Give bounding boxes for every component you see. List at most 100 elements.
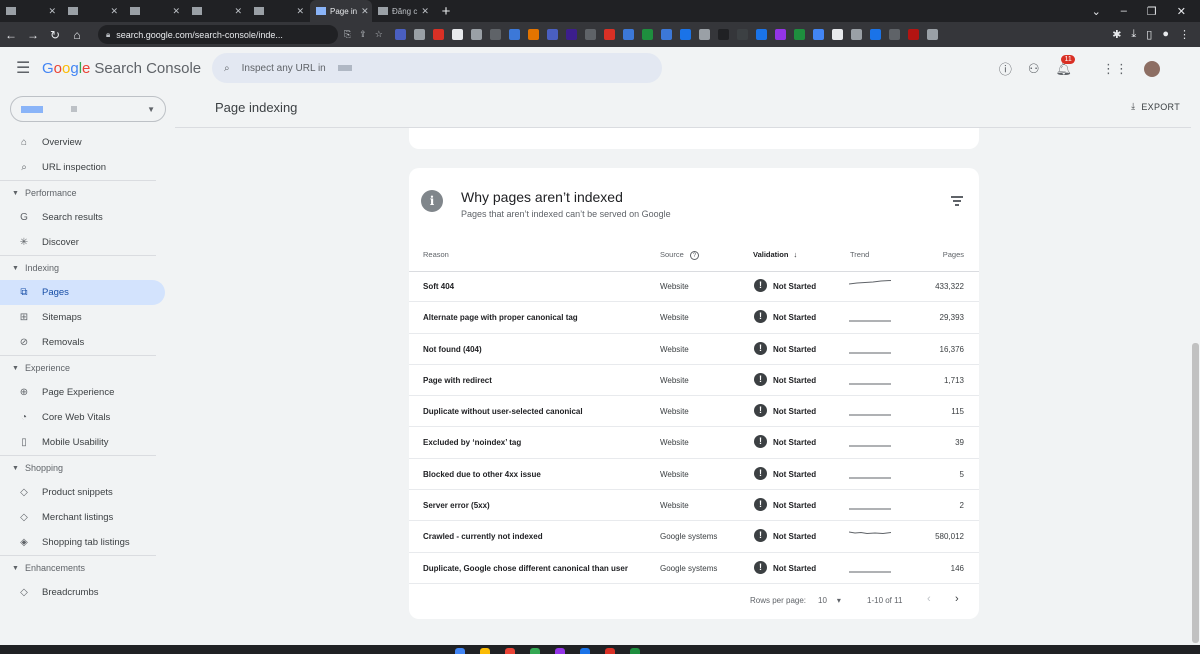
table-row[interactable]: Duplicate, Google chose different canoni… [409,553,979,584]
bookmark-favicon-icon[interactable] [736,29,748,40]
bookmark-favicon-icon[interactable] [869,29,881,40]
taskbar-app-icon[interactable] [605,648,615,654]
table-row[interactable]: Crawled - currently not indexed Google sy… [409,521,979,553]
bookmark-favicon-icon[interactable] [717,29,729,40]
side-panel-icon[interactable]: ▯ [1146,28,1152,41]
bookmark-favicon-icon[interactable] [489,29,501,40]
sidebar-section-performance[interactable]: ▼ Performance [0,180,156,205]
filter-icon[interactable] [951,196,963,208]
column-header-pages[interactable]: Pages [943,250,964,259]
bookmark-favicon-icon[interactable] [831,29,843,40]
help-circle-icon[interactable]: ? [689,251,699,260]
taskbar-app-icon[interactable] [580,648,590,654]
bookmark-star-icon[interactable]: ☆ [375,29,383,40]
sidebar-section-experience[interactable]: ▼ Experience [0,355,156,380]
sidebar-item-discover[interactable]: ✳ Discover [0,230,165,255]
apps-grid-icon[interactable]: ⋮⋮ [1102,61,1128,77]
taskbar-app-icon[interactable] [505,648,515,654]
sidebar-item-core-web-vitals[interactable]: ◔ Core Web Vitals [0,405,165,430]
sidebar-section-indexing[interactable]: ▼ Indexing [0,255,156,280]
tab-close-icon[interactable]: ✕ [296,6,304,17]
sidebar-item-url-inspection[interactable]: ⌕ URL inspection [0,155,165,180]
bookmark-favicon-icon[interactable] [413,29,425,40]
sidebar-item-breadcrumbs[interactable]: ◇ Breadcrumbs [0,580,165,605]
bookmark-favicon-icon[interactable] [546,29,558,40]
browser-tab[interactable]: ✕ [124,0,186,22]
bookmark-favicon-icon[interactable] [888,29,900,40]
browser-tab[interactable]: ✕ [62,0,124,22]
table-row[interactable]: Page with redirect Website! Not Started 1,7… [409,365,979,397]
browser-tab[interactable]: Page in ✕ [310,0,372,22]
table-row[interactable]: Alternate page with proper canonical tag… [409,302,979,334]
bookmark-favicon-icon[interactable] [527,29,539,40]
account-avatar[interactable] [1144,60,1160,77]
restore-icon[interactable]: ❐ [1147,5,1157,18]
bookmark-favicon-icon[interactable] [451,29,463,40]
notifications-bell-icon[interactable]: 🔔︎ 11 [1055,54,1075,77]
bookmark-favicon-icon[interactable] [470,29,482,40]
sidebar-item-shopping-tab-listings[interactable]: ◈ Shopping tab listings [0,530,165,555]
table-row[interactable]: Duplicate without user-selected canonica… [409,396,979,428]
tab-close-icon[interactable]: ✕ [48,6,56,17]
export-button[interactable]: ⤓ EXPORT [1131,101,1180,112]
help-icon[interactable]: ⓘ [999,59,1012,78]
hamburger-menu-icon[interactable]: ☰ [16,58,30,78]
sidebar-item-overview[interactable]: ⌂ Overview [0,130,165,155]
bookmark-favicon-icon[interactable] [641,29,653,40]
bookmark-favicon-icon[interactable] [432,29,444,40]
chevron-down-icon[interactable]: ⌄ [1092,5,1101,18]
bookmark-favicon-icon[interactable] [508,29,520,40]
taskbar-app-icon[interactable] [455,648,465,654]
prev-page-icon[interactable]: ‹ [927,593,931,605]
menu-dots-icon[interactable]: ⋮ [1179,28,1190,41]
taskbar-app-icon[interactable] [530,648,540,654]
sidebar-section-enhancements[interactable]: ▼ Enhancements [0,555,156,580]
minimize-icon[interactable]: – [1121,5,1127,17]
bookmark-favicon-icon[interactable] [812,29,824,40]
taskbar-app-icon[interactable] [555,648,565,654]
bookmark-favicon-icon[interactable] [584,29,596,40]
table-row[interactable]: Not found (404) Website! Not Started 16,376 [409,334,979,365]
bookmark-favicon-icon[interactable] [793,29,805,40]
tab-close-icon[interactable]: ✕ [172,6,180,17]
sidebar-item-merchant-listings[interactable]: ◇ Merchant listings [0,505,165,530]
sidebar-item-page-experience[interactable]: ⊕ Page Experience [0,380,165,405]
bookmark-favicon-icon[interactable] [698,29,710,40]
bookmark-favicon-icon[interactable] [907,29,919,40]
tab-close-icon[interactable]: ✕ [234,6,242,17]
bookmark-favicon-icon[interactable] [755,29,767,40]
share-icon[interactable]: ⇪ [359,29,367,40]
table-row[interactable]: Soft 404 Website! Not Started 433,322 [409,271,979,303]
inspect-url-search[interactable]: ⌕ Inspect any URL in [212,53,662,83]
search-console-logo[interactable]: Google Search Console [42,60,201,77]
table-row[interactable]: Excluded by ‘noindex’ tag Website! Not Sta… [409,427,979,459]
column-header-reason[interactable]: Reason [423,250,449,259]
table-row[interactable]: Server error (5xx) Website! Not Started 2 [409,490,979,522]
taskbar-app-icon[interactable] [480,648,490,654]
profile-avatar[interactable]: ● [1162,28,1169,41]
browser-tab[interactable]: ✕ [0,0,62,22]
sidebar-item-sitemaps[interactable]: ⊞ Sitemaps [0,305,165,330]
sidebar-item-pages[interactable]: ⧉ Pages [0,280,165,305]
bookmark-favicon-icon[interactable] [774,29,786,40]
table-row[interactable]: Blocked due to other 4xx issue Website! No… [409,459,979,491]
extensions-icon[interactable]: ✱ [1112,28,1121,41]
sidebar-item-mobile-usability[interactable]: ▯ Mobile Usability [0,430,165,455]
next-page-icon[interactable]: › [955,593,959,605]
bookmark-favicon-icon[interactable] [660,29,672,40]
column-header-validation[interactable]: Validation ↓ [753,250,797,259]
sidebar-section-shopping[interactable]: ▼ Shopping [0,455,156,480]
tab-close-icon[interactable]: ✕ [421,6,429,17]
bookmark-favicon-icon[interactable] [926,29,938,40]
browser-tab[interactable]: ✕ [248,0,310,22]
bookmark-favicon-icon[interactable] [603,29,615,40]
bookmark-favicon-icon[interactable] [565,29,577,40]
back-icon[interactable]: ← [0,28,22,42]
browser-tab[interactable]: Đăng c ✕ [372,0,434,22]
taskbar-app-icon[interactable] [630,648,640,654]
address-bar[interactable]: 🔒︎ search.google.com/search-console/inde… [98,25,338,44]
browser-tab[interactable]: ✕ [186,0,248,22]
scrollbar-thumb[interactable] [1192,343,1199,643]
forward-icon[interactable]: → [22,28,44,42]
column-header-source[interactable]: Source ? [660,250,699,260]
